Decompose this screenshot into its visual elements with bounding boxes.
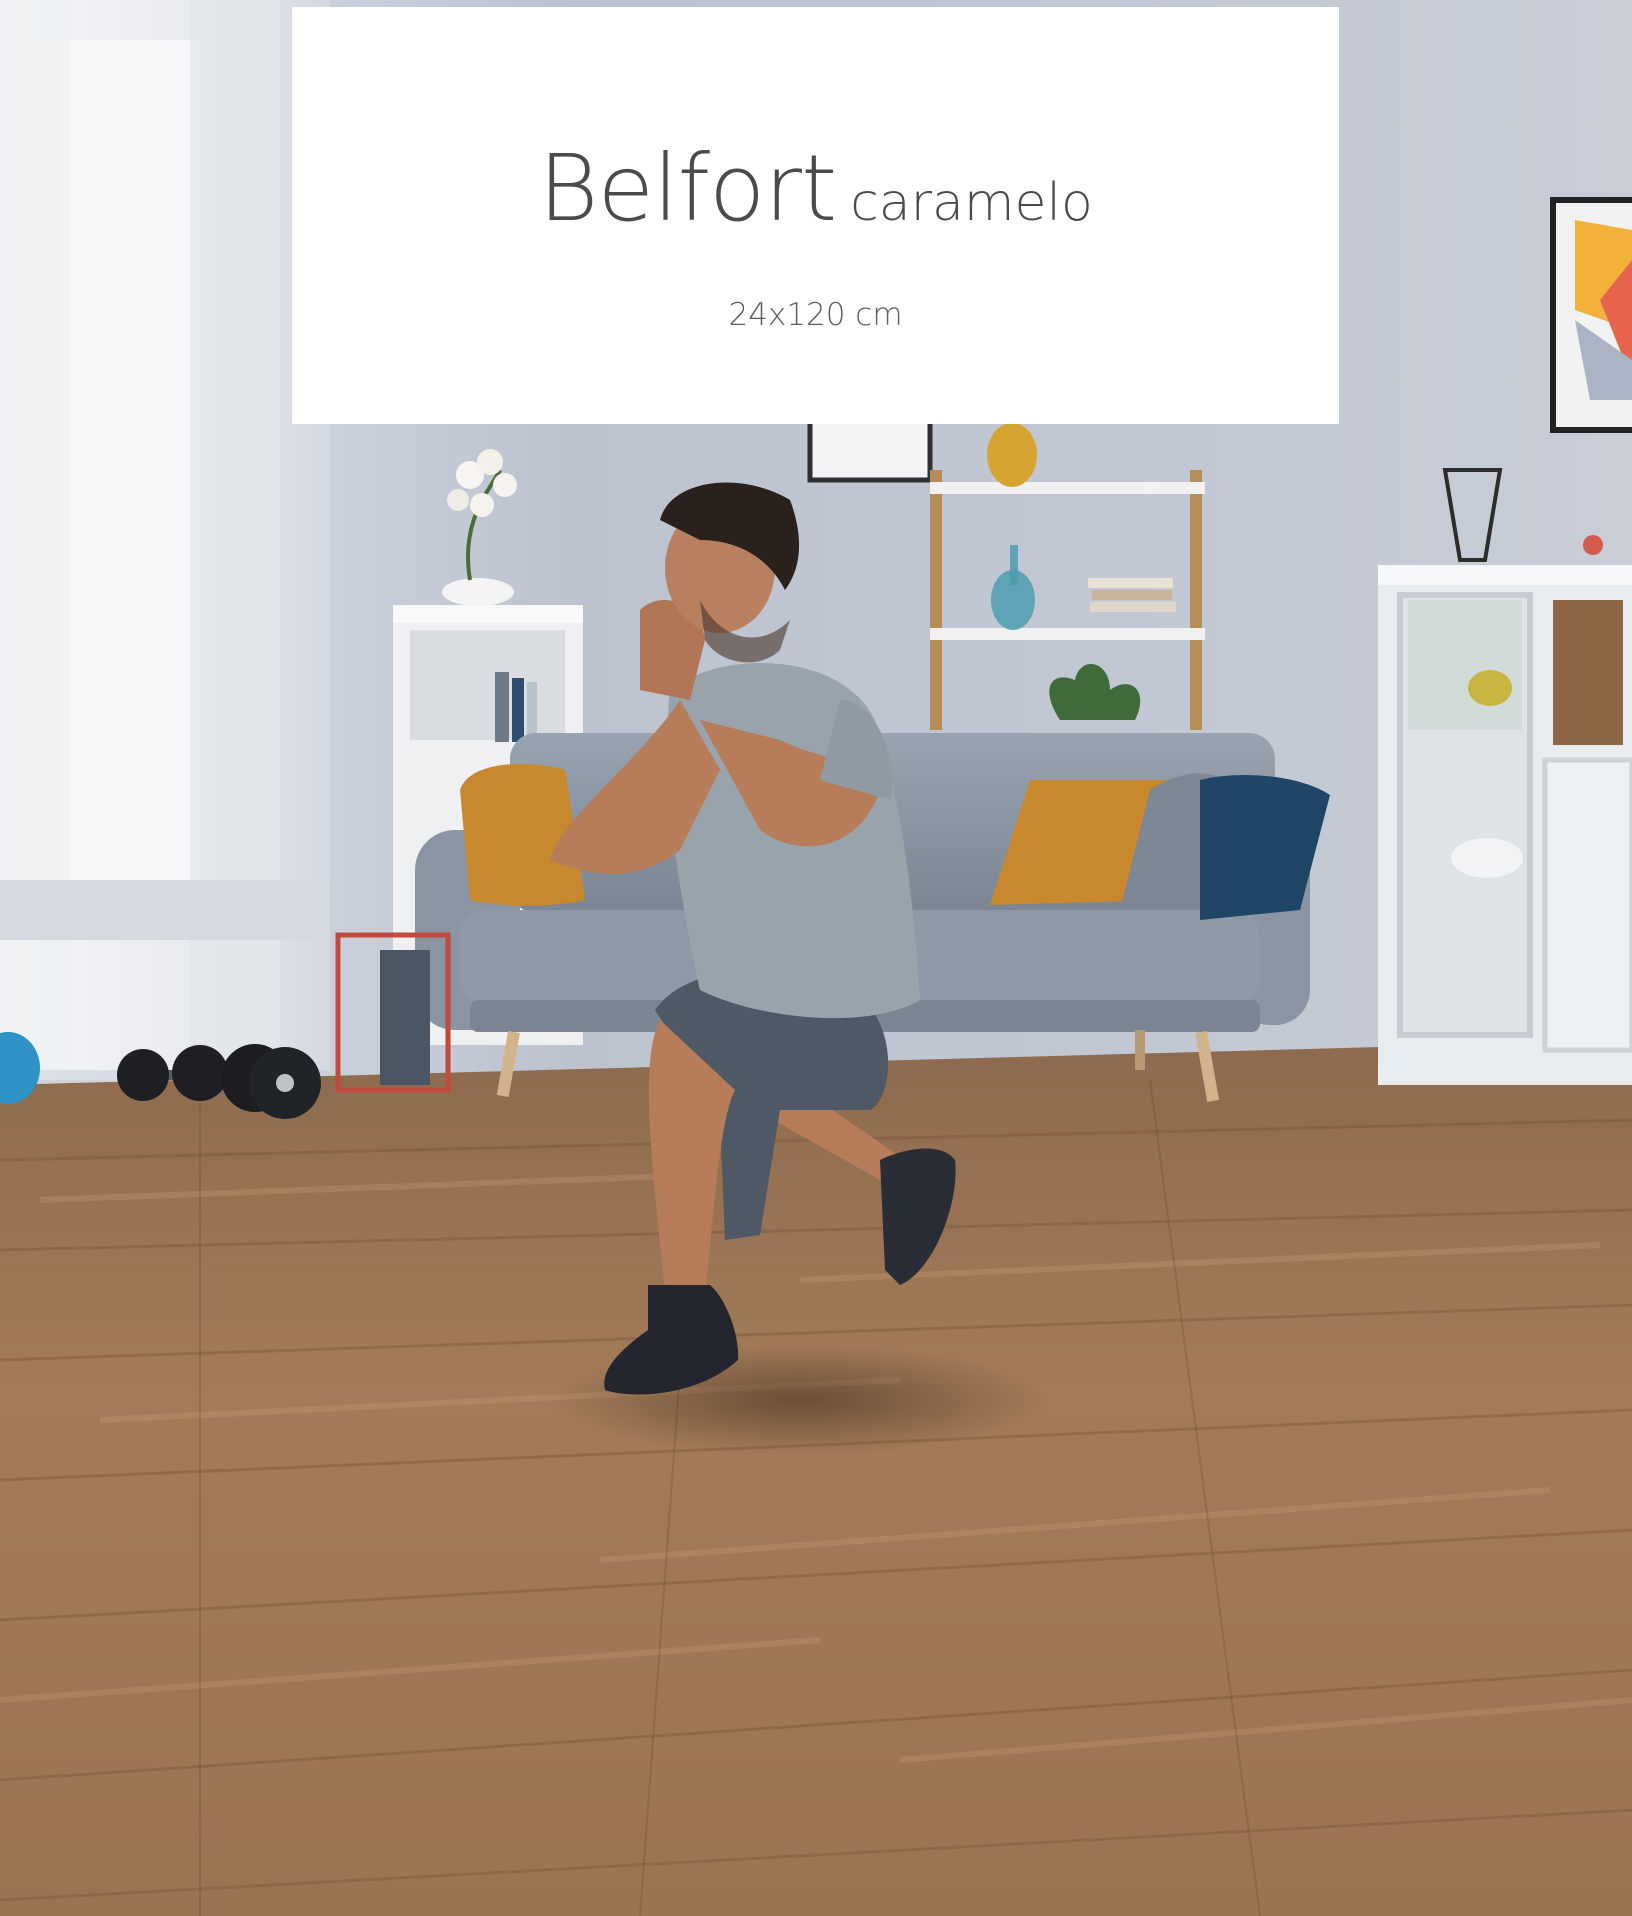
product-title: Belfort caramelo: [292, 135, 1339, 242]
wood-floor: [0, 1040, 1632, 1916]
wall-art: [1550, 197, 1632, 433]
product-size: 24x120 cm: [728, 297, 903, 333]
product-title-card: Belfort caramelo 24x120 cm: [292, 7, 1339, 424]
product-name: Belfort: [538, 135, 837, 242]
window: [0, 0, 330, 1070]
lifestyle-photo: Belfort caramelo 24x120 cm: [0, 0, 1632, 1916]
product-variant: caramelo: [850, 173, 1093, 233]
